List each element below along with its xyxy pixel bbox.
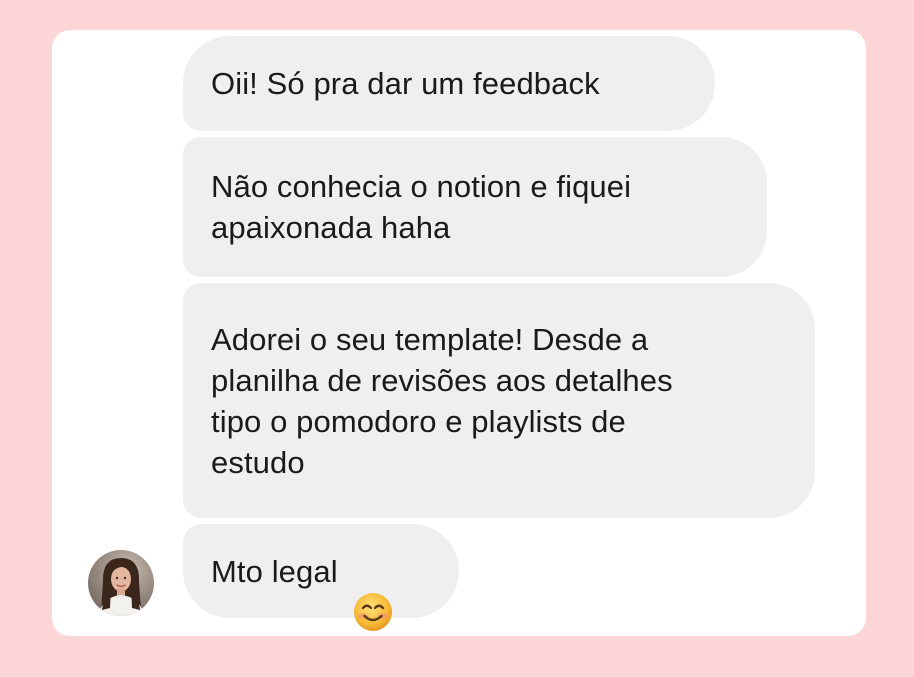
person-avatar-icon[interactable] (88, 550, 154, 616)
message-bubble[interactable]: Mto legal (183, 524, 459, 631)
message-text: Não conhecia o notion e fiquei apaixonad… (211, 169, 632, 245)
smiling-face-icon (352, 550, 394, 631)
message-text: Adorei o seu template! Desde a planilha … (211, 321, 673, 480)
message-text: Mto legal (211, 553, 338, 589)
message-bubble[interactable]: Não conhecia o notion e fiquei apaixonad… (183, 137, 767, 277)
message-bubble[interactable]: Adorei o seu template! Desde a planilha … (183, 283, 815, 518)
message-bubble[interactable]: Oii! Só pra dar um feedback (183, 36, 715, 131)
message-text: Oii! Só pra dar um feedback (211, 66, 600, 101)
